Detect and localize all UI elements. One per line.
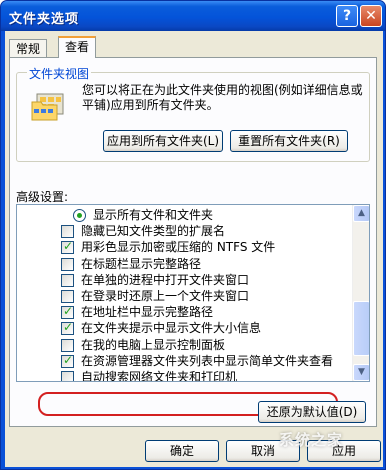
close-icon[interactable]: ✕ [360, 5, 382, 27]
advanced-setting-item[interactable]: 在资源管理器文件夹列表中显示简单文件夹查看 [17, 353, 351, 370]
advanced-setting-item[interactable]: 在我的电脑上显示控制面板 [17, 337, 351, 354]
scroll-up-icon[interactable]: ▲ [353, 205, 369, 222]
advanced-setting-item[interactable]: 在文件夹提示中显示文件大小信息 [17, 320, 351, 337]
advanced-setting-label: 用彩色显示加密或压缩的 NTFS 文件 [81, 240, 276, 255]
radio-button[interactable] [73, 209, 86, 222]
advanced-setting-item[interactable]: 在单独的进程中打开文件夹窗口 [17, 272, 351, 289]
advanced-setting-label: 在文件夹提示中显示文件大小信息 [81, 321, 262, 336]
checkbox[interactable] [61, 371, 74, 381]
checkbox[interactable] [61, 320, 74, 336]
advanced-setting-label: 在标题栏显示完整路径 [81, 256, 202, 271]
advanced-setting-label: 自动搜索网络文件夹和打印机 [81, 370, 238, 382]
advanced-settings-label: 高级设置: [16, 190, 69, 204]
advanced-setting-label: 在地址栏中显示完整路径 [81, 305, 214, 320]
checkbox[interactable] [61, 304, 74, 320]
advanced-setting-item[interactable]: 显示所有文件和文件夹 [17, 207, 351, 224]
advanced-setting-label: 在单独的进程中打开文件夹窗口 [81, 272, 250, 287]
advanced-setting-label: 在资源管理器文件夹列表中显示简单文件夹查看 [81, 353, 334, 368]
checkbox[interactable] [61, 225, 74, 239]
reset-all-folders-button[interactable]: 重置所有文件夹(R) [230, 130, 348, 152]
restore-defaults-button[interactable]: 还原为默认值(D) [258, 401, 366, 423]
dialog-body: 常规 查看 文件夹视图 您可以将正在为此文件夹使用的视图(例如详细信息或平铺)应… [5, 31, 383, 467]
tab-panel-view: 文件夹视图 您可以将正在为此文件夹使用的视图(例如详细信息或平铺)应用到所有文件… [9, 57, 377, 427]
advanced-settings-list[interactable]: 显示所有文件和文件夹隐藏已知文件类型的扩展名用彩色显示加密或压缩的 NTFS 文… [16, 204, 370, 382]
advanced-setting-item[interactable]: 在标题栏显示完整路径 [17, 256, 351, 273]
tab-general[interactable]: 常规 [9, 39, 48, 57]
title-bar[interactable]: 文件夹选项 ? ✕ [1, 1, 385, 31]
advanced-setting-item[interactable]: 在地址栏中显示完整路径 [17, 304, 351, 321]
advanced-setting-label: 显示所有文件和文件夹 [93, 208, 214, 222]
apply-to-all-folders-button[interactable]: 应用到所有文件夹(L) [103, 130, 223, 152]
window-title: 文件夹选项 [9, 12, 80, 27]
advanced-setting-label: 在登录时还原上一个文件夹窗口 [81, 289, 250, 303]
scroll-down-icon[interactable]: ▼ [353, 364, 369, 381]
scroll-thumb[interactable] [353, 301, 369, 356]
scrollbar[interactable]: ▲ ▼ [352, 205, 369, 381]
help-icon[interactable]: ? [336, 5, 358, 27]
checkbox[interactable] [61, 290, 74, 303]
checkbox[interactable] [61, 353, 74, 368]
tab-view[interactable]: 查看 [58, 36, 97, 58]
advanced-setting-item[interactable]: 在登录时还原上一个文件夹窗口 [17, 288, 351, 305]
dialog-window: 文件夹选项 ? ✕ 常规 查看 文件夹视图 您可以将正在为此文件夹使用的视图(例… [0, 0, 386, 470]
checkbox[interactable] [61, 239, 74, 255]
folder-views-title: 文件夹视图 [27, 65, 92, 82]
advanced-setting-item[interactable]: 隐藏已知文件类型的扩展名 [17, 223, 351, 240]
ok-button[interactable]: 确定 [145, 440, 219, 462]
folder-view-icon [31, 93, 64, 121]
advanced-setting-item[interactable]: 自动搜索网络文件夹和打印机 [17, 369, 351, 382]
advanced-setting-label: 隐藏已知文件类型的扩展名 [81, 224, 226, 239]
advanced-setting-item[interactable]: 用彩色显示加密或压缩的 NTFS 文件 [17, 239, 351, 256]
watermark-logo: 系统之家 [279, 431, 344, 449]
checkbox[interactable] [61, 273, 74, 287]
checkbox[interactable] [61, 338, 74, 352]
advanced-setting-label: 在我的电脑上显示控制面板 [81, 337, 226, 352]
checkbox[interactable] [61, 257, 74, 271]
folder-views-description: 您可以将正在为此文件夹使用的视图(例如详细信息或平铺)应用到所有文件夹。 [82, 83, 363, 112]
